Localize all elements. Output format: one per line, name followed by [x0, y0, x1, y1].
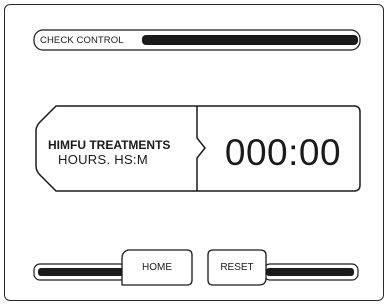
treatments-subtitle: HOURS. HS:M: [58, 152, 148, 167]
treatments-divider: [196, 106, 206, 191]
reset-button[interactable]: RESET: [206, 252, 268, 284]
check-control-label: CHECK CONTROL: [40, 35, 124, 46]
home-button[interactable]: HOME: [120, 252, 194, 284]
bottom-bar-left-fill: [38, 268, 124, 276]
bottom-bar-right-fill: [266, 268, 354, 276]
treatment-timer: 000:00: [224, 132, 342, 173]
treatments-title: HIMFU TREATMENTS: [48, 138, 171, 152]
check-control-bar: [142, 35, 358, 45]
